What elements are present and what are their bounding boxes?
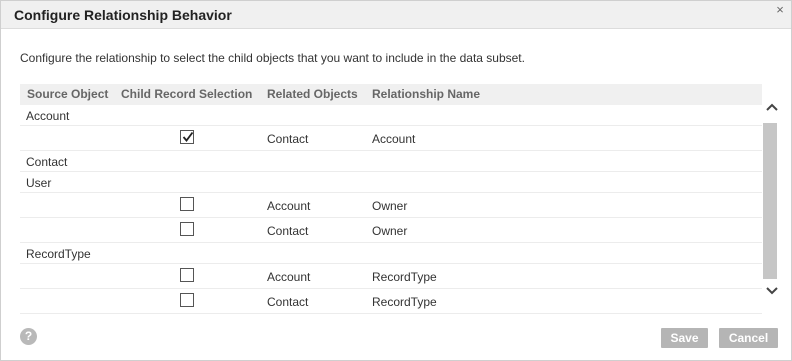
header-child-record-selection: Child Record Selection bbox=[121, 87, 253, 101]
related-object-name: Account bbox=[267, 270, 311, 284]
relationship-name: RecordType bbox=[372, 270, 437, 284]
dialog-title: Configure Relationship Behavior bbox=[14, 7, 232, 23]
source-object-name: Account bbox=[26, 109, 70, 123]
source-object-name: User bbox=[26, 176, 52, 190]
child-record-checkbox[interactable] bbox=[180, 268, 194, 282]
child-relationship-row: Contact Account bbox=[20, 126, 762, 151]
source-object-row: User bbox=[20, 172, 762, 193]
close-icon[interactable]: × bbox=[773, 3, 787, 17]
dialog-header: Configure Relationship Behavior × bbox=[1, 1, 791, 29]
source-object-name: RecordType bbox=[26, 247, 91, 261]
child-relationship-row: Contact Owner bbox=[20, 218, 762, 243]
save-button[interactable]: Save bbox=[661, 328, 708, 348]
related-object-name: Account bbox=[267, 199, 311, 213]
child-record-checkbox[interactable] bbox=[180, 222, 194, 236]
header-related-objects: Related Objects bbox=[267, 87, 358, 101]
related-object-name: Contact bbox=[267, 132, 309, 146]
dialog-description: Configure the relationship to select the… bbox=[20, 51, 525, 65]
relationship-name: Owner bbox=[372, 199, 408, 213]
source-object-row: Account bbox=[20, 105, 762, 126]
scroll-down-icon[interactable] bbox=[765, 284, 779, 298]
scroll-up-icon[interactable] bbox=[765, 100, 779, 114]
header-source-object: Source Object bbox=[27, 87, 109, 101]
child-record-checkbox-checked[interactable] bbox=[180, 130, 194, 144]
relationship-name: Account bbox=[372, 132, 416, 146]
relationship-name: RecordType bbox=[372, 295, 437, 309]
child-relationship-row: Account RecordType bbox=[20, 264, 762, 289]
table-header: Source Object Child Record Selection Rel… bbox=[20, 84, 762, 105]
help-icon[interactable]: ? bbox=[20, 328, 37, 345]
cancel-button[interactable]: Cancel bbox=[719, 328, 778, 348]
scrollbar-thumb[interactable] bbox=[763, 123, 777, 279]
relationship-table: Source Object Child Record Selection Rel… bbox=[20, 84, 778, 317]
child-relationship-row: Contact RecordType bbox=[20, 289, 762, 314]
source-object-row: RecordType bbox=[20, 243, 762, 264]
child-record-checkbox[interactable] bbox=[180, 293, 194, 307]
related-object-name: Contact bbox=[267, 224, 309, 238]
configure-relationship-dialog: Configure Relationship Behavior × Config… bbox=[0, 0, 792, 361]
table-body: Account Contact Account Contact User Account O… bbox=[20, 105, 762, 314]
header-relationship-name: Relationship Name bbox=[372, 87, 481, 101]
source-object-row: Contact bbox=[20, 151, 762, 172]
source-object-name: Contact bbox=[26, 155, 68, 169]
child-record-checkbox[interactable] bbox=[180, 197, 194, 211]
child-relationship-row: Account Owner bbox=[20, 193, 762, 218]
related-object-name: Contact bbox=[267, 295, 309, 309]
relationship-name: Owner bbox=[372, 224, 408, 238]
